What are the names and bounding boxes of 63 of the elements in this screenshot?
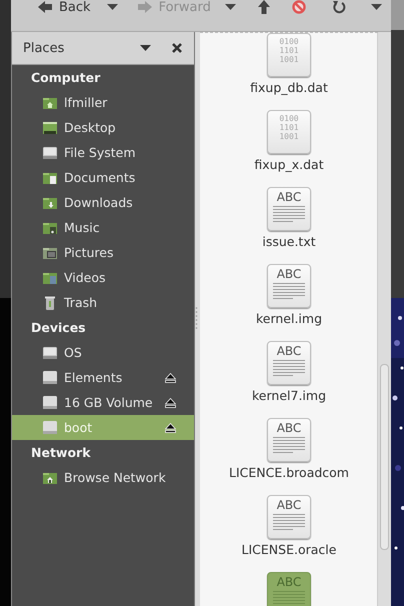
right-arrow-icon — [138, 1, 152, 13]
folder-icon — [43, 196, 57, 208]
sidebar-item[interactable]: Trash — [12, 290, 194, 315]
reload-icon — [332, 0, 346, 14]
sidebar-item[interactable]: 16 GB Volume — [12, 390, 194, 415]
eject-icon[interactable] — [165, 398, 176, 408]
stop-icon — [292, 0, 306, 14]
caret-icon — [140, 45, 151, 51]
drive-icon — [43, 421, 57, 434]
dropdown-button[interactable] — [140, 45, 151, 51]
trash-icon — [45, 296, 55, 310]
sidebar-item[interactable]: Videos — [12, 265, 194, 290]
close-icon — [172, 43, 182, 53]
caret-icon — [224, 4, 236, 10]
section-header: Devices — [30, 319, 87, 337]
sidebar-item[interactable]: lfmiller — [12, 90, 194, 115]
sidebar-item[interactable]: Pictures — [12, 240, 194, 265]
text-file-icon[interactable]: ABC — [267, 341, 311, 385]
folder-icon — [43, 272, 57, 284]
file-name: kernel7.img — [252, 388, 326, 403]
sidebar-item[interactable]: OS — [12, 340, 194, 365]
file-name: LICENCE.broadcom — [229, 465, 349, 480]
text-file-icon[interactable]: ABC — [267, 264, 311, 308]
home-folder-icon — [43, 96, 57, 108]
text-file-icon[interactable]: ABC — [267, 495, 311, 539]
section-header: Network — [30, 444, 92, 462]
scrollbar-thumb[interactable] — [380, 364, 389, 550]
drive-icon — [43, 346, 57, 358]
file-name: fixup_db.dat — [250, 80, 328, 95]
file-name: fixup_x.dat — [254, 157, 324, 172]
back-button[interactable]: Back — [38, 0, 91, 14]
file-name: kernel.img — [256, 311, 322, 326]
sidebar-item[interactable]: Music — [12, 215, 194, 240]
folder-icon — [43, 246, 57, 258]
drive-icon — [43, 396, 57, 409]
sidebar-item[interactable]: Browse Network — [12, 465, 194, 490]
text-file-icon[interactable]: ABC — [267, 187, 311, 231]
sidebar-item[interactable]: Documents — [12, 165, 194, 190]
left-arrow-icon — [38, 1, 52, 13]
sidebar-title: Places — [23, 40, 66, 56]
up-arrow-icon — [258, 0, 270, 14]
folder-icon — [43, 222, 57, 234]
eject-icon[interactable] — [165, 372, 176, 382]
stop-button[interactable] — [292, 0, 306, 14]
desktop-icon — [43, 122, 57, 134]
sidebar-item[interactable]: Downloads — [12, 190, 194, 215]
file-name: issue.txt — [262, 234, 316, 249]
eject-icon[interactable] — [165, 422, 176, 432]
caret-icon — [106, 4, 118, 10]
network-folder-icon — [43, 472, 57, 484]
section-header: Computer — [30, 69, 102, 87]
drive-icon — [43, 146, 57, 158]
close-button[interactable] — [172, 43, 182, 53]
sidebar-item[interactable]: Elements — [12, 365, 194, 390]
sidebar-item[interactable]: Desktop — [12, 115, 194, 140]
up-button[interactable] — [258, 0, 270, 14]
sidebar-item[interactable]: File System — [12, 140, 194, 165]
text-file-icon[interactable]: ABC — [267, 418, 311, 462]
folder-icon — [43, 172, 57, 184]
drive-icon — [43, 371, 57, 384]
file-name: LICENSE.oracle — [242, 542, 336, 557]
caret-icon — [370, 4, 382, 10]
reload-button[interactable] — [332, 0, 346, 14]
